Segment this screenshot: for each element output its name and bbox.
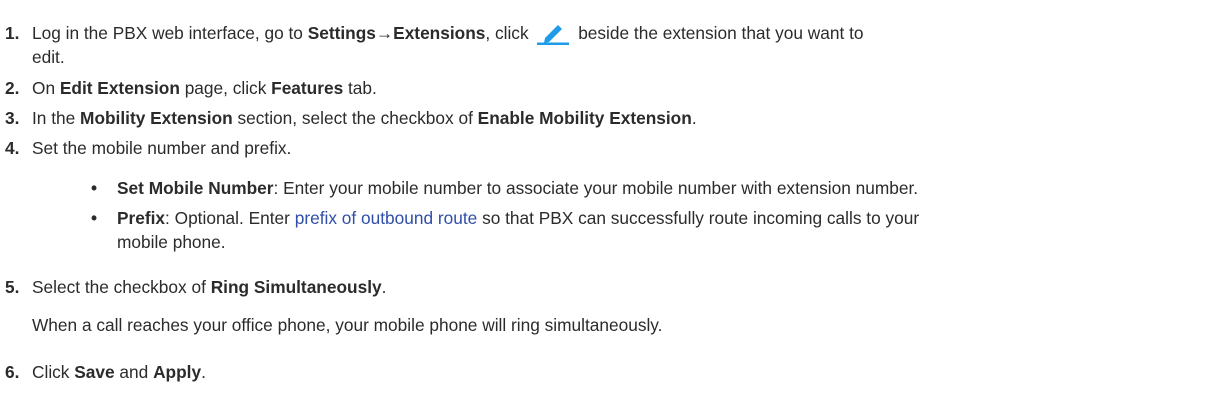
step-number: 5. [5, 277, 20, 297]
step-number: 1. [5, 23, 20, 43]
step-number: 4. [5, 138, 20, 158]
bullet-mark: • [91, 178, 98, 198]
bullet-text: Set Mobile Number: Enter your mobile num… [117, 178, 919, 198]
step-text: Log in the PBX web interface, go to Sett… [32, 23, 864, 45]
step-text: Set the mobile number and prefix. [32, 138, 292, 158]
step-number: 6. [5, 362, 20, 382]
pencil-edit-icon [537, 25, 570, 45]
step-number: 3. [5, 108, 20, 128]
menu-path: Settings→Extensions [307, 23, 486, 43]
bullet-text: mobile phone. [117, 232, 226, 252]
step-text: edit. [32, 47, 65, 67]
outbound-route-link[interactable]: prefix of outbound route [295, 208, 478, 228]
bullet-mark: • [91, 208, 98, 228]
step-text: On Edit Extension page, click Features t… [32, 78, 377, 98]
bullet-text: Prefix: Optional. Enter prefix of outbou… [117, 208, 920, 228]
step-text: Select the checkbox of Ring Simultaneous… [32, 277, 387, 297]
step-text: Click Save and Apply. [32, 362, 206, 382]
step-text: In the Mobility Extension section, selec… [32, 108, 697, 128]
step-number: 2. [5, 78, 20, 98]
step-note: When a call reaches your office phone, y… [32, 315, 663, 335]
instruction-document: 1. Log in the PBX web interface, go to S… [0, 0, 1221, 417]
